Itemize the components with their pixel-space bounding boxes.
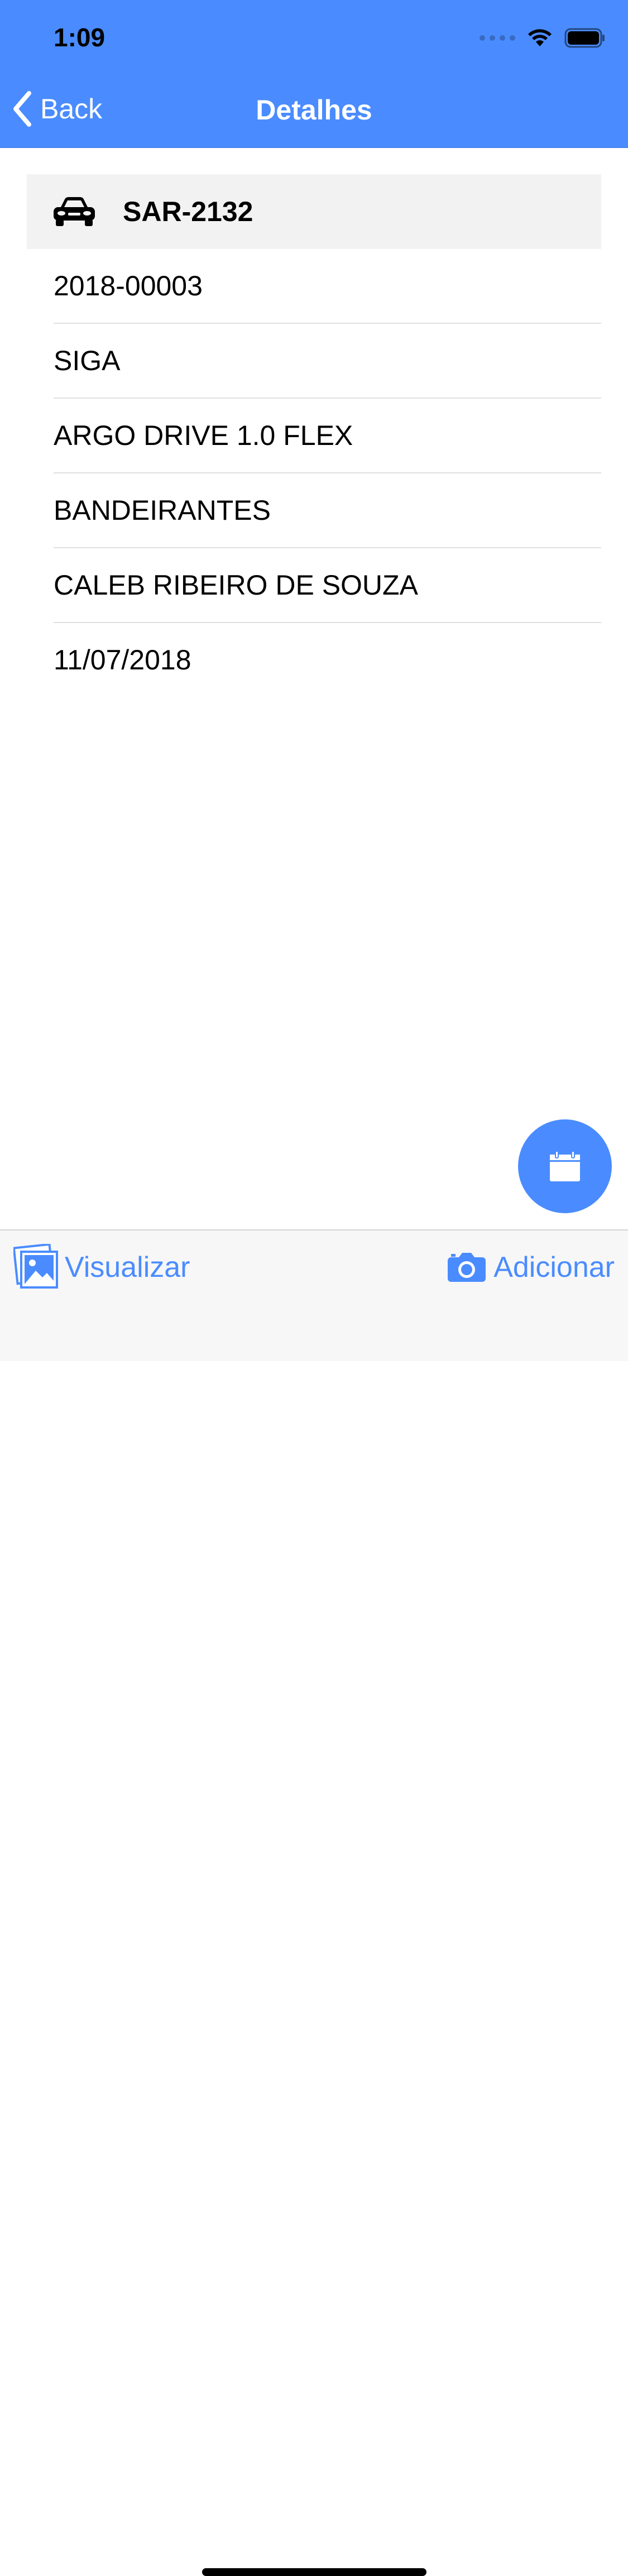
calendar-icon — [550, 1151, 580, 1181]
add-photo-label: Adicionar — [493, 1251, 615, 1284]
view-photos-button[interactable]: Visualizar — [13, 1244, 190, 1290]
add-photo-button[interactable]: Adicionar — [447, 1245, 615, 1290]
status-icons — [480, 27, 606, 49]
car-icon — [54, 197, 95, 226]
navigation-header: 1:09 Back Detalhes — [0, 0, 628, 148]
detail-list: 2018-00003 SIGA ARGO DRIVE 1.0 FLEX BAND… — [54, 249, 601, 697]
detail-item-date: 11/07/2018 — [54, 644, 191, 676]
detail-item-model: ARGO DRIVE 1.0 FLEX — [54, 399, 601, 473]
detail-item-location: BANDEIRANTES — [54, 473, 601, 548]
detail-item-driver: CALEB RIBEIRO DE SOUZA — [54, 548, 601, 623]
camera-icon — [448, 1253, 486, 1282]
battery-icon — [564, 28, 605, 48]
vehicle-plate: SAR-2132 — [123, 196, 253, 227]
status-time: 1:09 — [54, 23, 106, 52]
detail-item-system: SIGA — [54, 324, 601, 399]
view-photos-label: Visualizar — [65, 1251, 190, 1284]
page-title: Detalhes — [256, 94, 372, 126]
wifi-icon — [528, 29, 552, 46]
bottom-toolbar: Visualizar Adicionar — [0, 1229, 628, 2576]
vehicle-header: SAR-2132 — [27, 174, 601, 249]
detail-item-code: 2018-00003 — [54, 249, 601, 324]
signal-icon — [480, 35, 515, 41]
photos-icon — [13, 1244, 58, 1289]
home-indicator[interactable] — [202, 2568, 426, 2576]
calendar-fab-button[interactable] — [518, 1119, 612, 1213]
